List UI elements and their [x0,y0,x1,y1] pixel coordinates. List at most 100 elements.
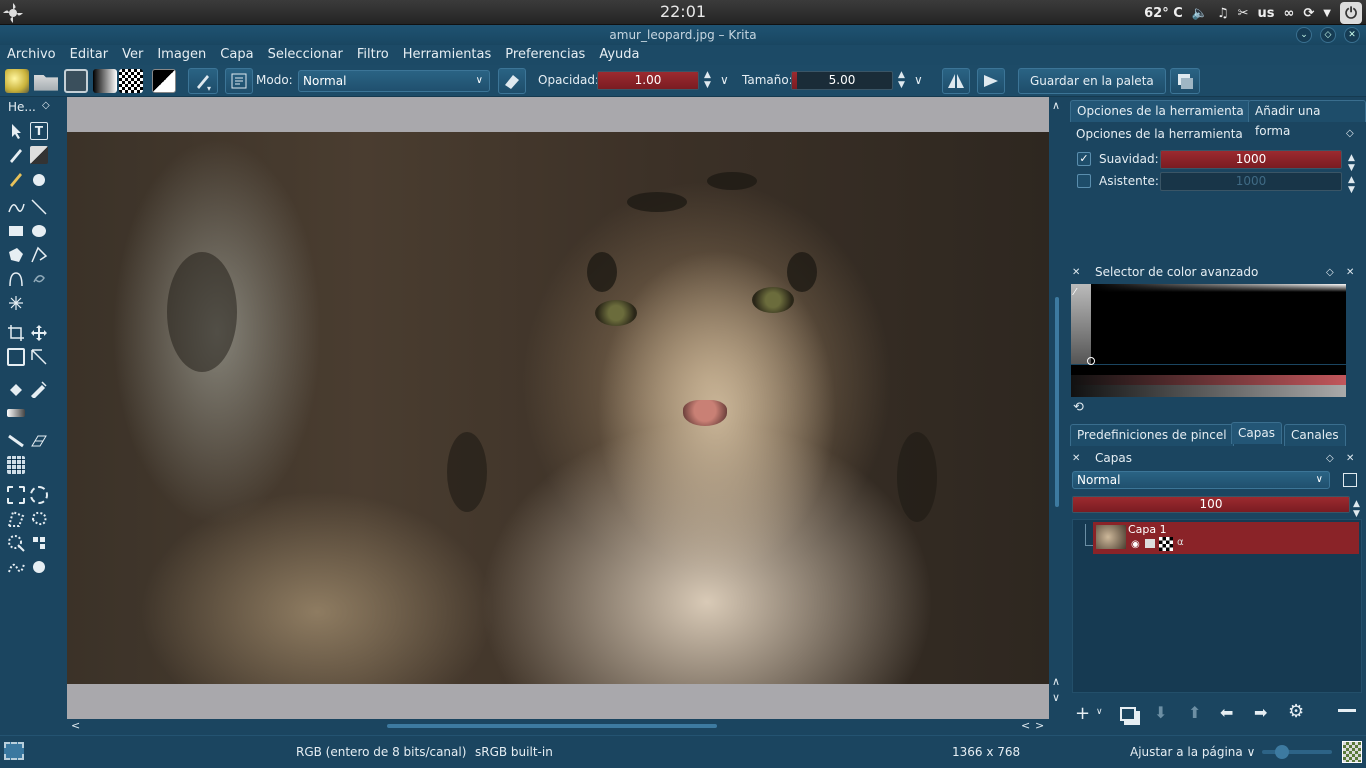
tab-brush-presets[interactable]: Predefiniciones de pincel [1070,424,1234,446]
volume-icon[interactable]: 🔈 [1192,6,1208,21]
gradient-swatch-icon[interactable] [93,69,117,93]
move-down-icon[interactable]: ⬇ [1154,703,1167,722]
scissors-icon[interactable]: ✂ [1238,6,1249,21]
similar-selection-tool-icon[interactable] [30,534,48,552]
visibility-eye-icon[interactable]: ◉ [1131,539,1140,550]
float-panel-icon[interactable]: ◇ [1346,128,1354,139]
power-icon[interactable]: ⏻ [1340,2,1362,24]
layer-row[interactable]: Capa 1 ◉ α [1093,522,1359,554]
size-slider[interactable]: 5.00 [791,71,893,90]
move-tool-icon[interactable] [30,324,48,342]
layer-opacity-slider[interactable]: 100 [1072,496,1350,513]
menu-imagen[interactable]: Imagen [157,45,206,65]
lock-icon[interactable] [1145,539,1155,548]
eraser-mode-button[interactable] [498,68,526,94]
color-history-bar[interactable] [1071,365,1346,375]
perspective-tool-icon[interactable] [30,348,48,366]
zoom-slider[interactable] [1262,750,1332,754]
workspace-button[interactable] [1170,68,1200,94]
multibrush-tool-icon[interactable] [30,146,48,164]
measure-tool-icon[interactable] [7,432,25,450]
chevron-down-icon[interactable]: ▼ [1323,8,1331,19]
canvas-image[interactable] [67,132,1049,684]
tab-tool-options[interactable]: Opciones de la herramienta [1070,100,1251,122]
layer-blend-mode-select[interactable]: Normal ∨ [1072,471,1330,489]
dyna-tool-icon[interactable] [30,270,48,288]
float-layers-icon[interactable]: ◇ [1326,453,1334,464]
scroll-down-icon-2[interactable]: ∨ [1052,691,1060,704]
menu-ver[interactable]: Ver [122,45,143,65]
color-picker-eyedropper-icon[interactable]: ⁄ [1074,287,1086,299]
menu-seleccionar[interactable]: Seleccionar [268,45,343,65]
menu-capa[interactable]: Capa [220,45,253,65]
scroll-left-icon-2[interactable]: < [1021,719,1030,732]
close-layers-icon[interactable]: ✕ [1346,453,1354,464]
transform-tool-icon[interactable] [7,348,25,366]
assistant-slider[interactable]: 1000 [1160,172,1342,191]
toolbox-float-icon[interactable]: ◇ [42,100,50,111]
menu-ayuda[interactable]: Ayuda [599,45,639,65]
color-square[interactable] [1091,284,1346,364]
zoom-mode-select[interactable]: Ajustar a la página ∨ [1130,745,1255,759]
layer-opacity-spinner[interactable]: ▲ ▼ [1353,499,1360,519]
remove-layer-icon[interactable] [1338,709,1356,712]
opacity-options-chevron-icon[interactable]: ∨ [720,73,729,87]
freehand-brush-tool-icon[interactable] [7,146,25,164]
assistant-spinner[interactable]: ▲ ▼ [1348,175,1355,195]
alpha-lock-icon[interactable]: α [1177,537,1184,548]
link-icon[interactable]: ∞ [1284,6,1295,21]
polygonal-selection-tool-icon[interactable] [7,510,25,528]
collapse-color-panel-icon[interactable]: ✕ [1072,267,1080,278]
layer-settings-gear-icon[interactable]: ⚙ [1288,701,1304,722]
select-shapes-tool-icon[interactable] [7,122,25,140]
close-button[interactable]: ✕ [1344,27,1360,43]
scroll-up-icon[interactable]: ∧ [1052,99,1060,112]
polyline-tool-icon[interactable] [30,246,48,264]
move-up-icon[interactable]: ⬆ [1188,703,1201,722]
zoom-slider-handle[interactable] [1275,745,1289,759]
layer-properties-icon[interactable] [1343,473,1357,487]
tab-layers[interactable]: Capas [1231,422,1282,444]
opacity-spinner[interactable]: ▲ ▼ [704,70,711,90]
selection-mode-icon[interactable] [4,742,24,760]
close-color-panel-icon[interactable]: ✕ [1346,267,1354,278]
multi-line-brush-tool-icon[interactable] [7,294,25,312]
music-icon[interactable]: ♫ [1217,6,1229,21]
horizontal-scrollbar[interactable]: < < > [67,719,1049,733]
save-to-palette-button[interactable]: Guardar en la paleta [1018,68,1166,94]
opacity-slider[interactable]: 1.00 [597,71,699,90]
color-swap-icon[interactable] [152,69,176,93]
blend-mode-select[interactable]: Normal ∨ [298,70,490,92]
scroll-left-icon[interactable]: < [71,719,80,732]
assistant-tool-icon[interactable] [7,456,25,474]
size-options-chevron-icon[interactable]: ∨ [914,73,923,87]
collapse-layers-icon[interactable]: ✕ [1072,453,1080,464]
add-layer-chevron-icon[interactable]: ∨ [1096,707,1103,717]
mirror-horizontal-button[interactable] [942,68,970,94]
save-icon[interactable] [64,69,88,93]
assistant-checkbox[interactable] [1077,174,1091,188]
size-spinner[interactable]: ▲ ▼ [898,70,905,90]
menu-editar[interactable]: Editar [70,45,109,65]
elliptical-selection-tool-icon[interactable] [30,486,48,504]
crop-tool-icon[interactable] [7,324,25,342]
gradient-fill-tool-icon[interactable] [7,380,25,398]
new-document-icon[interactable] [5,69,29,93]
dynamic-brush-tool-icon[interactable] [7,170,25,188]
minimize-button[interactable]: ⌄ [1296,27,1312,43]
scroll-down-icon[interactable]: ∧ [1052,675,1060,688]
float-color-panel-icon[interactable]: ◇ [1326,267,1334,278]
move-right-icon[interactable]: ➡ [1254,703,1267,722]
color-fill-tool-icon[interactable] [30,170,48,188]
polygon-tool-icon[interactable] [7,246,25,264]
color-picker-tool-icon[interactable] [30,380,48,400]
color-gray-shade-bar[interactable] [1071,385,1346,397]
ellipse-tool-icon[interactable] [30,222,48,240]
contiguous-selection-tool-icon[interactable] [7,534,25,552]
network-icon[interactable]: ⟳ [1303,6,1314,21]
tab-channels[interactable]: Canales [1284,424,1346,446]
maximize-button[interactable]: ◇ [1320,27,1336,43]
menu-preferencias[interactable]: Preferencias [505,45,585,65]
smoothing-slider[interactable]: 1000 [1160,150,1342,169]
pattern-swatch-icon[interactable] [119,69,143,93]
